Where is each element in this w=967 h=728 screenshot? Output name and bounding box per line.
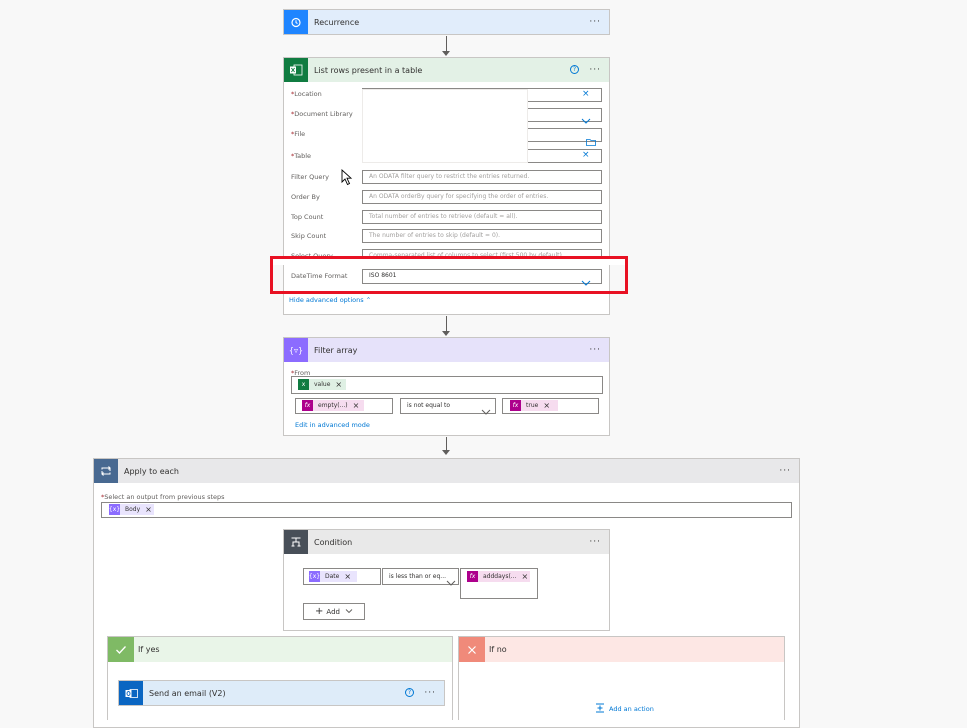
condition-menu-button[interactable]: ··· xyxy=(589,537,601,547)
loop-icon xyxy=(94,459,118,483)
recurrence-card[interactable]: Recurrence ··· xyxy=(283,9,610,35)
send-email-menu-button[interactable]: ··· xyxy=(424,688,436,698)
condition-card[interactable]: Condition ··· {x} Date × is less than or… xyxy=(283,529,610,631)
expression-icon: fx xyxy=(467,571,478,582)
apply-to-each-title: Apply to each xyxy=(124,466,179,476)
help-icon[interactable]: ? xyxy=(405,688,414,697)
highlight-mask xyxy=(273,259,625,265)
hide-advanced-options-link[interactable]: Hide advanced options ⌃ xyxy=(289,296,371,304)
body-token[interactable]: {x} Body × xyxy=(109,504,154,515)
recurrence-title: Recurrence xyxy=(314,17,360,27)
if-yes-title: If yes xyxy=(138,645,160,654)
clock-icon xyxy=(284,10,308,34)
true-token[interactable]: fx true × xyxy=(510,400,558,411)
value-token[interactable]: x value × xyxy=(298,379,346,390)
clear-icon[interactable]: × xyxy=(582,90,590,99)
expression-icon: fx xyxy=(510,400,521,411)
dropdown-popup[interactable] xyxy=(362,89,528,163)
chevron-down-icon xyxy=(345,608,353,616)
add-action-button[interactable]: Add an action xyxy=(595,703,654,715)
remove-token-icon[interactable]: × xyxy=(145,505,152,514)
filter-query-label: Filter Query xyxy=(291,173,329,181)
clear-icon[interactable]: × xyxy=(582,151,590,160)
add-button[interactable]: + Add xyxy=(303,603,365,620)
location-label: *Location xyxy=(291,90,322,98)
connector-arrow xyxy=(442,51,450,56)
chevron-down-icon[interactable] xyxy=(446,572,456,591)
expression-icon: fx xyxy=(302,400,313,411)
connector-line xyxy=(446,316,447,332)
send-email-title: Send an email (V2) xyxy=(149,688,226,698)
adddays-token[interactable]: fx adddays(... × xyxy=(467,571,530,582)
edit-advanced-mode-link[interactable]: Edit in advanced mode xyxy=(295,421,370,429)
variable-icon: {x} xyxy=(108,504,121,515)
skip-count-input[interactable]: The number of entries to skip (default =… xyxy=(362,229,602,243)
condition-icon xyxy=(284,530,308,554)
table-label: *Table xyxy=(291,152,312,160)
if-no-branch: If no Add an action xyxy=(458,636,785,720)
folder-icon[interactable] xyxy=(586,131,596,150)
mouse-cursor-icon xyxy=(341,168,353,190)
file-label: *File xyxy=(291,130,306,138)
remove-token-icon[interactable]: × xyxy=(344,572,351,581)
remove-token-icon[interactable]: × xyxy=(522,572,529,581)
apply-to-each-menu-button[interactable]: ··· xyxy=(779,466,791,476)
empty-token[interactable]: fx empty(...) × xyxy=(302,400,364,411)
help-icon[interactable]: ? xyxy=(570,65,579,74)
recurrence-menu-button[interactable]: ··· xyxy=(589,17,601,27)
chevron-down-icon[interactable] xyxy=(481,401,491,420)
send-email-card[interactable]: Send an email (V2) ? ··· xyxy=(118,680,445,706)
connector-line xyxy=(446,36,447,52)
filter-array-icon: {▿} xyxy=(284,338,308,362)
variable-icon: {x} xyxy=(308,571,321,582)
outlook-icon xyxy=(119,681,143,705)
list-rows-title: List rows present in a table xyxy=(314,65,423,75)
connector-arrow xyxy=(442,331,450,336)
plus-icon: + xyxy=(315,606,324,617)
filter-query-input[interactable]: An ODATA filter query to restrict the en… xyxy=(362,170,602,184)
date-token[interactable]: {x} Date × xyxy=(309,571,357,582)
order-by-input[interactable]: An ODATA orderBy query for specifying th… xyxy=(362,190,602,204)
top-count-label: Top Count xyxy=(291,213,324,221)
document-library-label: *Document Library xyxy=(291,110,353,118)
select-output-input[interactable] xyxy=(101,502,792,518)
list-rows-menu-button[interactable]: ··· xyxy=(589,65,601,75)
filter-array-menu-button[interactable]: ··· xyxy=(589,345,601,355)
add-action-icon xyxy=(595,703,605,715)
checkmark-icon xyxy=(108,637,134,662)
chevron-down-icon[interactable] xyxy=(581,110,591,129)
if-no-title: If no xyxy=(489,645,507,654)
top-count-input[interactable]: Total number of entries to retrieve (def… xyxy=(362,210,602,224)
close-icon xyxy=(459,637,485,662)
condition-title: Condition xyxy=(314,537,353,547)
filter-array-title: Filter array xyxy=(314,345,358,355)
remove-token-icon[interactable]: × xyxy=(543,401,550,410)
skip-count-label: Skip Count xyxy=(291,232,327,240)
select-output-label: *Select an output from previous steps xyxy=(101,493,225,501)
filter-array-card[interactable]: {▿} Filter array ··· *From x value × fx … xyxy=(283,337,610,436)
order-by-label: Order By xyxy=(291,193,320,201)
remove-token-icon[interactable]: × xyxy=(335,380,342,389)
excel-icon xyxy=(284,58,308,82)
excel-icon: x xyxy=(298,379,309,390)
connector-line xyxy=(446,437,447,451)
connector-arrow xyxy=(442,450,450,455)
remove-token-icon[interactable]: × xyxy=(353,401,360,410)
if-yes-branch: If yes Send an email (V2) ? ··· xyxy=(107,636,453,720)
chevron-up-icon: ⌃ xyxy=(365,296,372,304)
